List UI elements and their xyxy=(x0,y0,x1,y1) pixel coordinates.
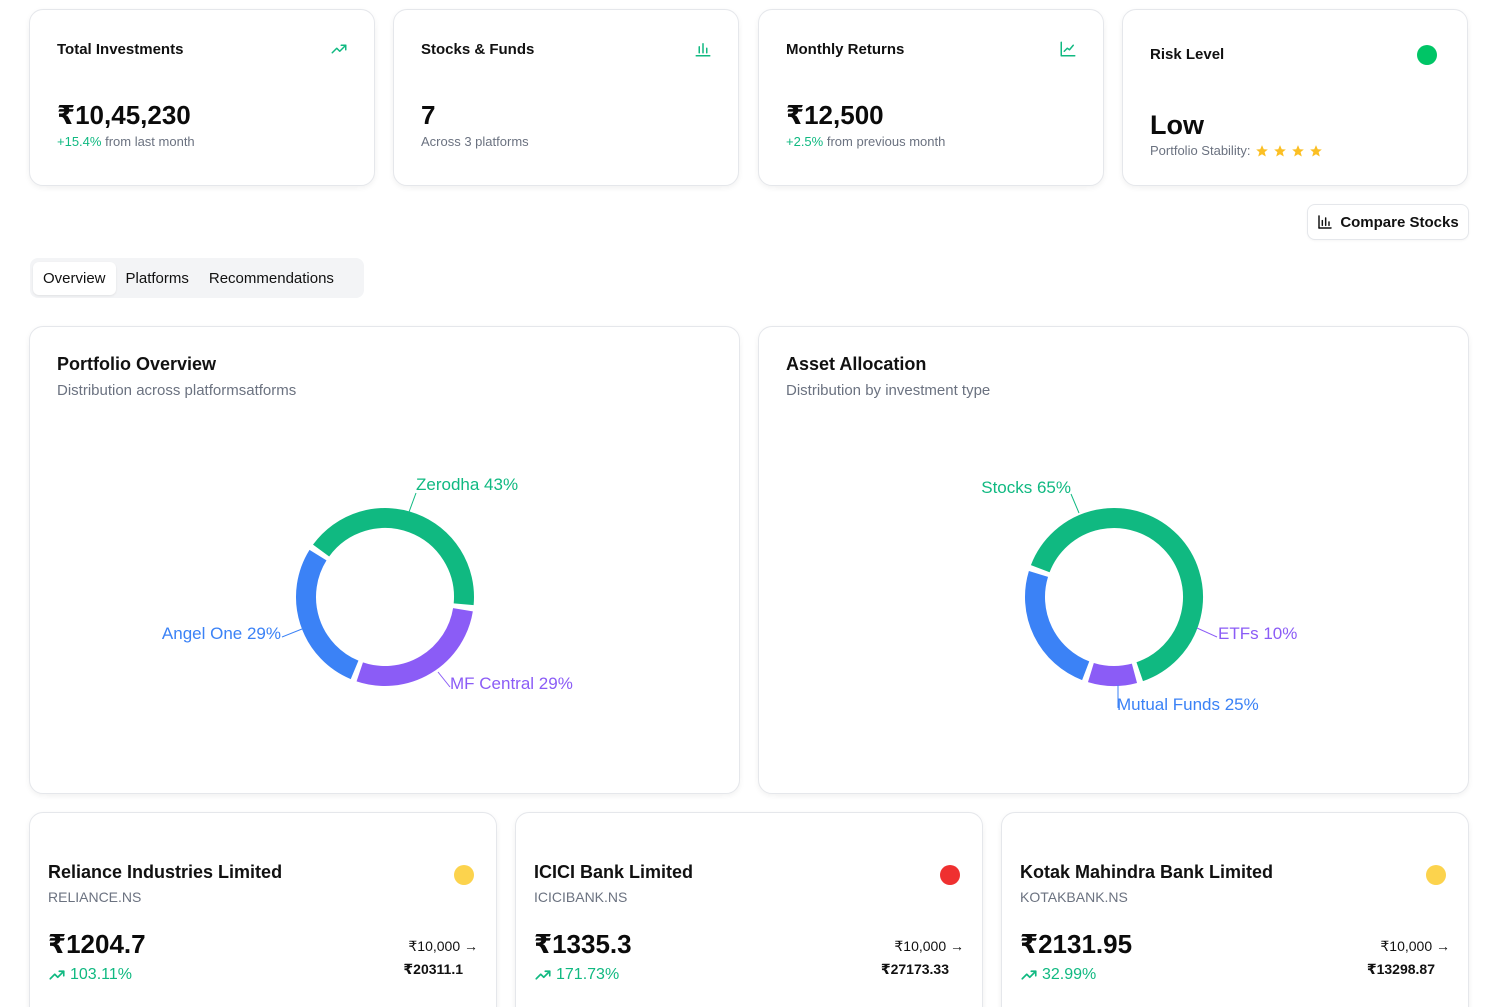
tab-overview[interactable]: Overview xyxy=(33,261,116,295)
bar-chart-icon xyxy=(695,43,711,57)
slice-label: MF Central 29% xyxy=(450,674,573,693)
stock-card[interactable]: Kotak Mahindra Bank Limited KOTAKBANK.NS… xyxy=(1001,812,1469,1007)
label-leader-line xyxy=(408,492,417,513)
donut-segment-mf-central[interactable] xyxy=(356,607,473,686)
stock-invested: ₹10,000 → xyxy=(408,938,478,954)
stock-ticker: ICICIBANK.NS xyxy=(534,889,628,905)
donut-segment-angel-one[interactable] xyxy=(296,549,359,680)
stock-change: 32.99% xyxy=(1020,966,1096,984)
tab-bar: Overview Platforms Recommendations xyxy=(30,258,364,298)
risk-value: Low xyxy=(1150,110,1204,140)
slice-label: ETFs 10% xyxy=(1218,624,1297,643)
stat-title: Stocks & Funds xyxy=(421,41,535,58)
stock-change: 103.11% xyxy=(48,966,132,984)
stat-title: Monthly Returns xyxy=(786,41,905,58)
stock-name: Reliance Industries Limited xyxy=(48,862,283,882)
stocks-funds-card: Stocks & Funds 7 Across 3 platforms xyxy=(393,9,739,186)
portfolio-donut-chart: Zerodha 43% MF Central 29% Angel One 29% xyxy=(162,475,573,693)
stock-card[interactable]: Reliance Industries Limited RELIANCE.NS … xyxy=(29,812,497,1007)
trending-up-icon xyxy=(1021,970,1037,980)
donut-segment-zerodha[interactable] xyxy=(313,508,474,606)
stat-value: 7 xyxy=(421,100,436,130)
star-icon xyxy=(1292,144,1305,157)
total-investments-card: Total Investments ₹10,45,230 +15.4% from… xyxy=(29,9,375,186)
stock-status-indicator xyxy=(454,865,474,885)
stock-invested: ₹10,000 → xyxy=(1380,938,1450,954)
label-leader-line xyxy=(1196,627,1218,638)
stat-value: ₹10,45,230 xyxy=(57,100,191,130)
label-leader-line xyxy=(1070,493,1080,514)
asset-donut-chart: Stocks 65% ETFs 10% Mutual Funds 25% xyxy=(981,478,1297,714)
stat-value: ₹12,500 xyxy=(786,100,884,130)
stat-title: Risk Level xyxy=(1150,46,1225,63)
trending-up-icon xyxy=(535,970,551,980)
bar-chart-icon xyxy=(1318,215,1333,229)
stock-invested: ₹10,000 → xyxy=(894,938,964,954)
risk-status-indicator xyxy=(1417,45,1437,65)
label-leader-line xyxy=(437,671,451,688)
portfolio-stability: Portfolio Stability: xyxy=(1150,143,1323,158)
stock-name: Kotak Mahindra Bank Limited xyxy=(1020,862,1274,882)
stock-final-value: ₹20311.1 xyxy=(403,961,463,977)
stock-price: ₹2131.95 xyxy=(1020,929,1133,959)
slice-label: Stocks 65% xyxy=(981,478,1071,497)
stock-status-indicator xyxy=(940,865,960,885)
line-chart-icon xyxy=(1060,41,1076,57)
star-icon xyxy=(1274,144,1287,157)
slice-label: Zerodha 43% xyxy=(416,475,518,494)
slice-label: Mutual Funds 25% xyxy=(1117,695,1259,714)
trending-up-icon xyxy=(331,44,347,54)
star-icon xyxy=(1310,144,1323,157)
asset-allocation-card: Asset Allocation Distribution by investm… xyxy=(758,326,1469,794)
stat-title: Total Investments xyxy=(57,41,184,58)
risk-level-card: Risk Level Low Portfolio Stability: xyxy=(1122,9,1468,186)
stock-card[interactable]: ICICI Bank Limited ICICIBANK.NS ₹1335.3 … xyxy=(515,812,983,1007)
stat-sub: Across 3 platforms xyxy=(421,134,529,149)
compare-stocks-button[interactable]: Compare Stocks xyxy=(1307,204,1469,240)
tab-recommendations[interactable]: Recommendations xyxy=(199,262,344,295)
stock-final-value: ₹13298.87 xyxy=(1366,961,1435,977)
star-icon xyxy=(1256,144,1269,157)
portfolio-overview-card: Portfolio Overview Distribution across p… xyxy=(29,326,740,794)
stock-ticker: KOTAKBANK.NS xyxy=(1020,889,1128,905)
trending-up-icon xyxy=(49,970,65,980)
compare-stocks-label: Compare Stocks xyxy=(1340,213,1459,231)
stock-price: ₹1204.7 xyxy=(48,929,146,959)
stability-stars xyxy=(1255,144,1323,158)
stat-change: +2.5% from previous month xyxy=(786,134,946,149)
label-leader-line xyxy=(281,628,303,638)
stat-change: +15.4% from last month xyxy=(57,134,195,149)
stock-ticker: RELIANCE.NS xyxy=(48,889,142,905)
tab-platforms[interactable]: Platforms xyxy=(116,262,199,295)
stock-status-indicator xyxy=(1426,865,1446,885)
slice-label: Angel One 29% xyxy=(162,624,281,643)
stock-change: 171.73% xyxy=(534,966,619,984)
donut-segment-mutual-funds[interactable] xyxy=(1025,570,1090,681)
stock-price: ₹1335.3 xyxy=(534,929,632,959)
stock-final-value: ₹27173.33 xyxy=(880,961,949,977)
monthly-returns-card: Monthly Returns ₹12,500 +2.5% from previ… xyxy=(758,9,1104,186)
stock-name: ICICI Bank Limited xyxy=(534,862,694,882)
donut-segment-etfs[interactable] xyxy=(1087,662,1138,686)
